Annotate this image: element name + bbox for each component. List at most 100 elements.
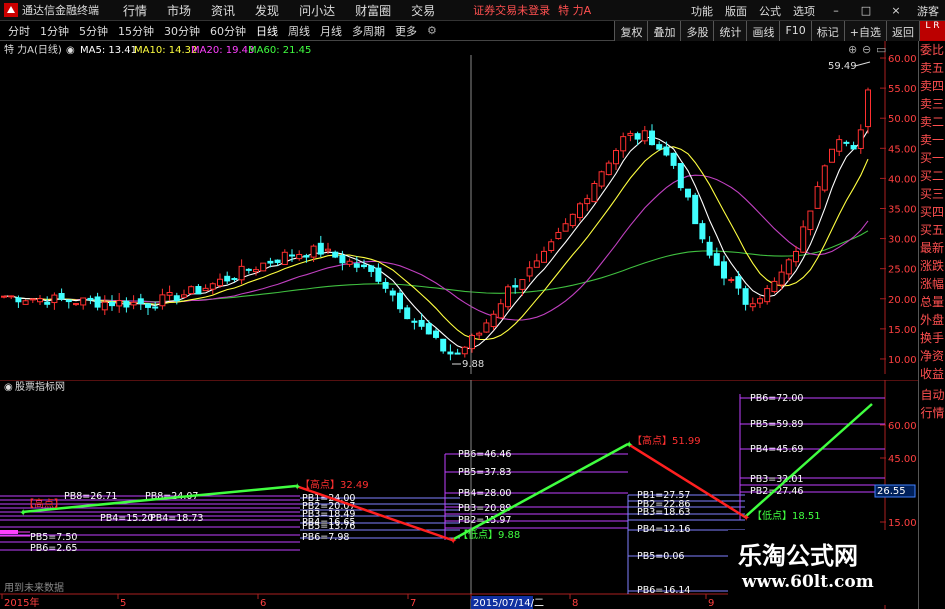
- period-1min[interactable]: 1分钟: [38, 22, 71, 40]
- side-item-7[interactable]: 买二: [919, 167, 945, 185]
- menu-trade[interactable]: 交易: [411, 2, 435, 19]
- indicator-settings-icon[interactable]: ◉: [4, 382, 13, 393]
- candle-body: [469, 335, 475, 350]
- period-monthly[interactable]: 月线: [318, 22, 344, 40]
- side-item-0[interactable]: 委比: [919, 41, 945, 59]
- gear-icon[interactable]: ⚙: [427, 24, 437, 37]
- side-bottom-item-1[interactable]: 行情: [919, 404, 945, 422]
- side-item-8[interactable]: 买三: [919, 185, 945, 203]
- period-multi[interactable]: 多周期: [350, 22, 387, 40]
- side-item-13[interactable]: 涨幅: [919, 275, 945, 293]
- side-item-17[interactable]: 净资: [919, 347, 945, 365]
- period-daily[interactable]: 日线: [254, 22, 280, 40]
- tool-f10[interactable]: F10: [779, 21, 811, 41]
- candle-body: [425, 323, 432, 335]
- side-item-1[interactable]: 卖五: [919, 59, 945, 77]
- zoom-icon[interactable]: ⊕: [848, 43, 857, 56]
- tool-back[interactable]: 返回: [886, 21, 919, 41]
- candle-body: [785, 259, 792, 275]
- period-weekly[interactable]: 周线: [286, 22, 312, 40]
- side-item-11[interactable]: 最新: [919, 239, 945, 257]
- candle-body: [224, 275, 231, 282]
- user-label[interactable]: 游客: [917, 3, 939, 19]
- menu-ask[interactable]: 问小达: [299, 2, 335, 19]
- side-item-14[interactable]: 总量: [919, 293, 945, 311]
- y-tick-label: 30.00: [888, 235, 917, 246]
- tool-adjust[interactable]: 复权: [614, 21, 648, 41]
- period-30min[interactable]: 30分钟: [162, 22, 202, 40]
- menu-discover[interactable]: 发现: [255, 2, 279, 19]
- app-title: 通达信金融终端: [22, 4, 99, 17]
- side-bottom-item-0[interactable]: 自动: [919, 386, 945, 404]
- side-item-9[interactable]: 买四: [919, 203, 945, 221]
- side-item-18[interactable]: 收益: [919, 365, 945, 383]
- current-value-text: 26.55: [877, 486, 906, 497]
- period-timeshare[interactable]: 分时: [6, 22, 32, 40]
- candle-body: [512, 285, 519, 288]
- candle-body: [37, 298, 43, 303]
- pb-label: PB4=15.20: [100, 513, 153, 524]
- side-item-6[interactable]: 买一: [919, 149, 945, 167]
- candle-body: [245, 268, 252, 271]
- panel-toggle-icon[interactable]: ▭: [876, 43, 886, 56]
- login-warning[interactable]: 证券交易未登录: [473, 2, 550, 18]
- x-axis-label: 7: [410, 598, 416, 609]
- period-60min[interactable]: 60分钟: [208, 22, 248, 40]
- candle-body: [692, 194, 699, 225]
- kline-chart[interactable]: 60.00 55.00 50.00 45.00 40.00 35.00 30.00 25.00…: [0, 41, 918, 374]
- minimize-icon[interactable]: –: [827, 4, 845, 17]
- side-item-15[interactable]: 外盘: [919, 311, 945, 329]
- candle-body: [793, 250, 799, 263]
- tool-overlay[interactable]: 叠加: [647, 21, 681, 41]
- menu-options[interactable]: 选项: [793, 3, 815, 19]
- close-icon[interactable]: ×: [887, 4, 905, 17]
- menu-market[interactable]: 市场: [167, 2, 191, 19]
- x-axis-label: 6: [260, 598, 266, 609]
- pivot-label: 【高点】: [24, 497, 64, 510]
- tool-stats[interactable]: 统计: [713, 21, 747, 41]
- pb-label: PB3=18.63: [637, 507, 690, 518]
- zoom-out-icon[interactable]: ⊖: [862, 43, 871, 56]
- period-more[interactable]: 更多: [393, 22, 419, 40]
- candle-body: [303, 255, 310, 258]
- menu-formula[interactable]: 公式: [759, 3, 781, 19]
- lr-badge[interactable]: L R: [919, 21, 945, 41]
- maximize-icon[interactable]: □: [857, 4, 875, 17]
- y-tick-label: 45.00: [888, 144, 917, 155]
- side-item-16[interactable]: 换手: [919, 329, 945, 347]
- candle-body: [29, 298, 36, 301]
- pivot-arrow-icon: ✦: [449, 536, 457, 547]
- candle-body: [800, 226, 807, 253]
- candle-body: [325, 248, 331, 252]
- candle-body: [677, 163, 684, 189]
- menu-wealth[interactable]: 财富圈: [355, 2, 391, 19]
- side-item-12[interactable]: 涨跌: [919, 257, 945, 275]
- candle-body: [562, 223, 569, 232]
- menu-quotes[interactable]: 行情: [123, 2, 147, 19]
- tool-multi[interactable]: 多股: [680, 21, 714, 41]
- side-item-3[interactable]: 卖三: [919, 95, 945, 113]
- side-item-5[interactable]: 卖一: [919, 131, 945, 149]
- side-item-10[interactable]: 买五: [919, 221, 945, 239]
- candle-body: [397, 292, 403, 310]
- candle-body: [1, 295, 7, 298]
- side-item-2[interactable]: 卖四: [919, 77, 945, 95]
- menu-news[interactable]: 资讯: [211, 2, 235, 19]
- candle-body: [260, 262, 267, 272]
- tool-add-watch[interactable]: +自选: [843, 21, 886, 41]
- candle-body: [598, 171, 605, 187]
- watermark-title: 乐淘公式网: [738, 542, 858, 570]
- menu-function[interactable]: 功能: [691, 3, 713, 19]
- menubar-right: 功能 版面 公式 选项 – □ × 游客: [685, 0, 945, 21]
- period-5min[interactable]: 5分钟: [77, 22, 110, 40]
- candle-body: [742, 288, 749, 305]
- tool-draw[interactable]: 画线: [746, 21, 780, 41]
- period-15min[interactable]: 15分钟: [116, 22, 156, 40]
- pb-label: PB4=12.16: [637, 524, 690, 535]
- candle-body: [231, 278, 238, 281]
- menu-layout[interactable]: 版面: [725, 3, 747, 19]
- main-settings-icon[interactable]: ◉: [66, 45, 75, 56]
- tool-mark[interactable]: 标记: [810, 21, 844, 41]
- side-item-4[interactable]: 卖二: [919, 113, 945, 131]
- candle-body: [490, 313, 497, 328]
